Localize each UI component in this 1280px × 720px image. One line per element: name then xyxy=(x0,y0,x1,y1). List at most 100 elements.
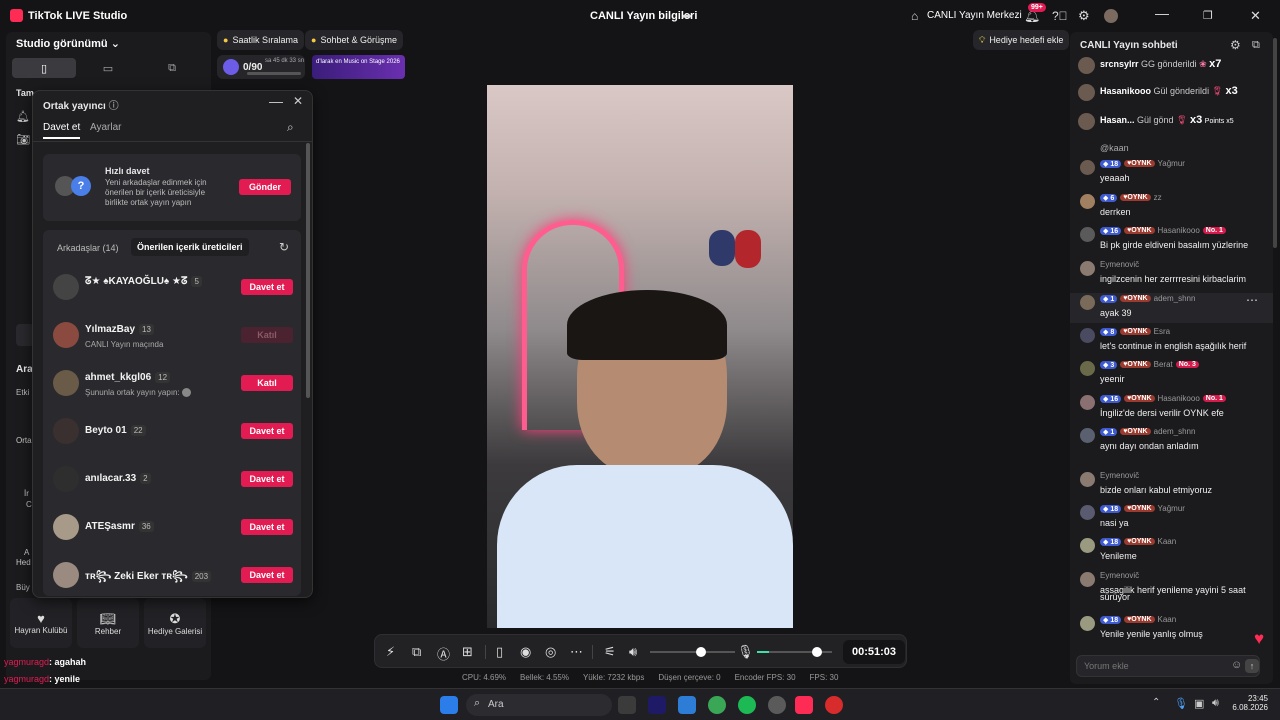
volume-slider[interactable] xyxy=(650,647,735,657)
chat-message[interactable]: Eymenovič bizde onları kabul etmiyoruz xyxy=(1078,470,1273,500)
send-button[interactable]: Gönder xyxy=(239,179,291,195)
tool-label[interactable]: Orta xyxy=(16,436,32,445)
minimize-icon[interactable]: — xyxy=(269,93,283,109)
tool-label[interactable]: Hed xyxy=(16,558,31,567)
gear-icon[interactable]: ⚙ xyxy=(1078,8,1090,24)
tool-label[interactable]: İr xyxy=(24,489,29,498)
avatar[interactable] xyxy=(1080,361,1095,376)
close-icon[interactable]: ✕ xyxy=(293,94,303,108)
landscape-layout-button[interactable]: ▭ xyxy=(76,58,140,78)
username[interactable]: Eymenovič xyxy=(1100,260,1139,269)
portrait-layout-button[interactable]: ▯ xyxy=(12,58,76,78)
taskbar-search[interactable]: ⌕ Ara xyxy=(466,694,612,716)
avatar[interactable] xyxy=(1080,538,1095,553)
avatar[interactable] xyxy=(1104,9,1118,23)
microphone-icon[interactable]: 🎙︎ xyxy=(737,644,754,660)
chat-meet-button[interactable]: ● Sohbet & Görüşme xyxy=(305,30,403,50)
heart-icon[interactable]: ♥ xyxy=(1254,629,1264,649)
chrome-icon[interactable] xyxy=(708,696,726,714)
avatar[interactable] xyxy=(1080,295,1095,310)
mic-knob[interactable] xyxy=(812,647,822,657)
gift-goal-button[interactable]: 💡︎ Hediye hedefi ekle xyxy=(973,30,1070,50)
popout-icon[interactable]: ⧉ xyxy=(1252,39,1260,52)
chat-message[interactable]: ◆ 18 ♥OYNK Kaan Yenileme xyxy=(1078,536,1273,566)
outlook-icon[interactable] xyxy=(678,696,696,714)
chat-message[interactable]: ◆ 18 ♥OYNK Yağmur yeaaah xyxy=(1078,158,1273,188)
mixer-icon[interactable]: ⚟ xyxy=(604,644,616,660)
record-icon[interactable]: ◉ xyxy=(520,644,531,660)
username[interactable]: zz xyxy=(1154,193,1162,202)
avatar[interactable] xyxy=(1080,572,1095,587)
username[interactable]: Kaan xyxy=(1158,537,1177,546)
event-banner[interactable]: d'larak en Music on Stage 2026 xyxy=(312,55,405,79)
avatar[interactable] xyxy=(1080,328,1095,343)
chat-message[interactable]: Eymenovič ingilzcenin her zerrrresini kir… xyxy=(1078,259,1273,289)
avatar[interactable] xyxy=(1080,227,1095,242)
username[interactable]: Kaan xyxy=(1158,615,1177,624)
spotify-icon[interactable] xyxy=(738,696,756,714)
tiktok-icon[interactable] xyxy=(795,696,813,714)
refresh-icon[interactable]: ↻ xyxy=(279,240,289,254)
avatar[interactable] xyxy=(1080,428,1095,443)
chat-message[interactable]: ◆ 16 ♥OYNK Hasanikooo No. 1 Bi pk girde eldi… xyxy=(1078,225,1273,255)
magic-wand-icon[interactable]: ⚡ xyxy=(386,644,395,660)
tab-settings[interactable]: Ayarlar xyxy=(90,122,122,133)
scrollbar[interactable] xyxy=(306,143,310,398)
username[interactable]: Esra xyxy=(1154,327,1170,336)
emoji-icon[interactable]: ☺ xyxy=(1231,659,1242,671)
live-center-link[interactable]: CANLI Yayın Merkezi xyxy=(927,10,1022,21)
scrollbar[interactable] xyxy=(1273,38,1277,248)
invite-button[interactable]: Davet et xyxy=(241,423,293,439)
restore-icon[interactable]: ❐ xyxy=(1203,9,1213,22)
invite-button[interactable]: Davet et xyxy=(241,471,293,487)
chat-message[interactable]: ◆ 6 ♥OYNK zz derrken xyxy=(1078,192,1273,222)
chat-message[interactable]: ◆ 18 ♥OYNK Yağmur nasi ya xyxy=(1078,503,1273,533)
more-icon[interactable]: ⋯ xyxy=(1246,293,1258,307)
add-source-icon[interactable]: ⊞ xyxy=(462,644,473,660)
avatar[interactable] xyxy=(1080,472,1095,487)
chat-message[interactable]: ◆ 16 ♥OYNK Hasanikooo No. 1 İngiliz'de dersi… xyxy=(1078,393,1273,423)
volume-icon[interactable]: 🔊︎ xyxy=(1212,697,1219,710)
username[interactable]: Berat xyxy=(1154,360,1173,369)
volume-knob[interactable] xyxy=(696,647,706,657)
chevron-up-icon[interactable]: ⌃ xyxy=(1152,697,1160,708)
share-icon[interactable]: ➦ xyxy=(682,9,692,23)
username[interactable]: Eymenovič xyxy=(1100,471,1139,480)
more-icon[interactable]: ⋯ xyxy=(570,644,583,660)
chat-message[interactable]: ◆ 1 ♥OYNK adem_shnn aynı dayı ondan anladım xyxy=(1078,426,1273,456)
invite-button[interactable]: Davet et xyxy=(241,567,293,583)
gift-gallery-card[interactable]: ✪ Hediye Galerisi xyxy=(144,598,206,648)
fan-club-card[interactable]: ♥ Hayran Kulübü xyxy=(10,598,72,648)
effects-icon[interactable]: ⧉ xyxy=(412,644,421,660)
file-app-icon[interactable] xyxy=(618,696,636,714)
avatar[interactable] xyxy=(1080,505,1095,520)
bell-icon[interactable]: 🔔︎ xyxy=(16,110,30,123)
home-icon[interactable]: ⌂ xyxy=(911,9,918,23)
username[interactable]: adem_shnn xyxy=(1154,294,1196,303)
avatar[interactable] xyxy=(1080,261,1095,276)
after-effects-icon[interactable] xyxy=(648,696,666,714)
network-icon[interactable]: ▣ xyxy=(1194,697,1204,710)
phone-icon[interactable]: ▯ xyxy=(496,644,503,660)
minimize-icon[interactable]: — xyxy=(1155,5,1169,21)
join-button[interactable]: Katıl xyxy=(241,327,293,343)
help-icon[interactable]: ?⃝ xyxy=(1052,9,1068,23)
mic-slider[interactable] xyxy=(757,647,832,657)
username[interactable]: Yağmur xyxy=(1158,159,1185,168)
multi-layout-button[interactable]: ⧉ xyxy=(140,58,204,78)
camera-icon[interactable]: 📷︎ xyxy=(16,133,30,146)
hourly-ranking-button[interactable]: ● Saatlik Sıralama xyxy=(217,30,304,50)
chat-message[interactable]: ◆ 1 ♥OYNK adem_shnn ayak 39 ⋯ xyxy=(1070,293,1273,323)
recorder-icon[interactable] xyxy=(825,696,843,714)
tab-suggested[interactable]: Önerilen içerik üreticileri xyxy=(131,238,249,256)
join-button[interactable]: Katıl xyxy=(241,375,293,391)
ai-icon[interactable]: Ⓐ xyxy=(437,644,450,663)
avatar[interactable] xyxy=(1080,616,1095,631)
avatar[interactable] xyxy=(1080,194,1095,209)
username[interactable]: adem_shnn xyxy=(1154,427,1196,436)
invite-button[interactable]: Davet et xyxy=(241,279,293,295)
tool-label[interactable]: C xyxy=(26,500,32,509)
invite-button[interactable]: Davet et xyxy=(241,519,293,535)
send-icon[interactable]: ↑ xyxy=(1245,659,1259,673)
mic-tray-icon[interactable]: 🎙︎ xyxy=(1174,697,1188,710)
